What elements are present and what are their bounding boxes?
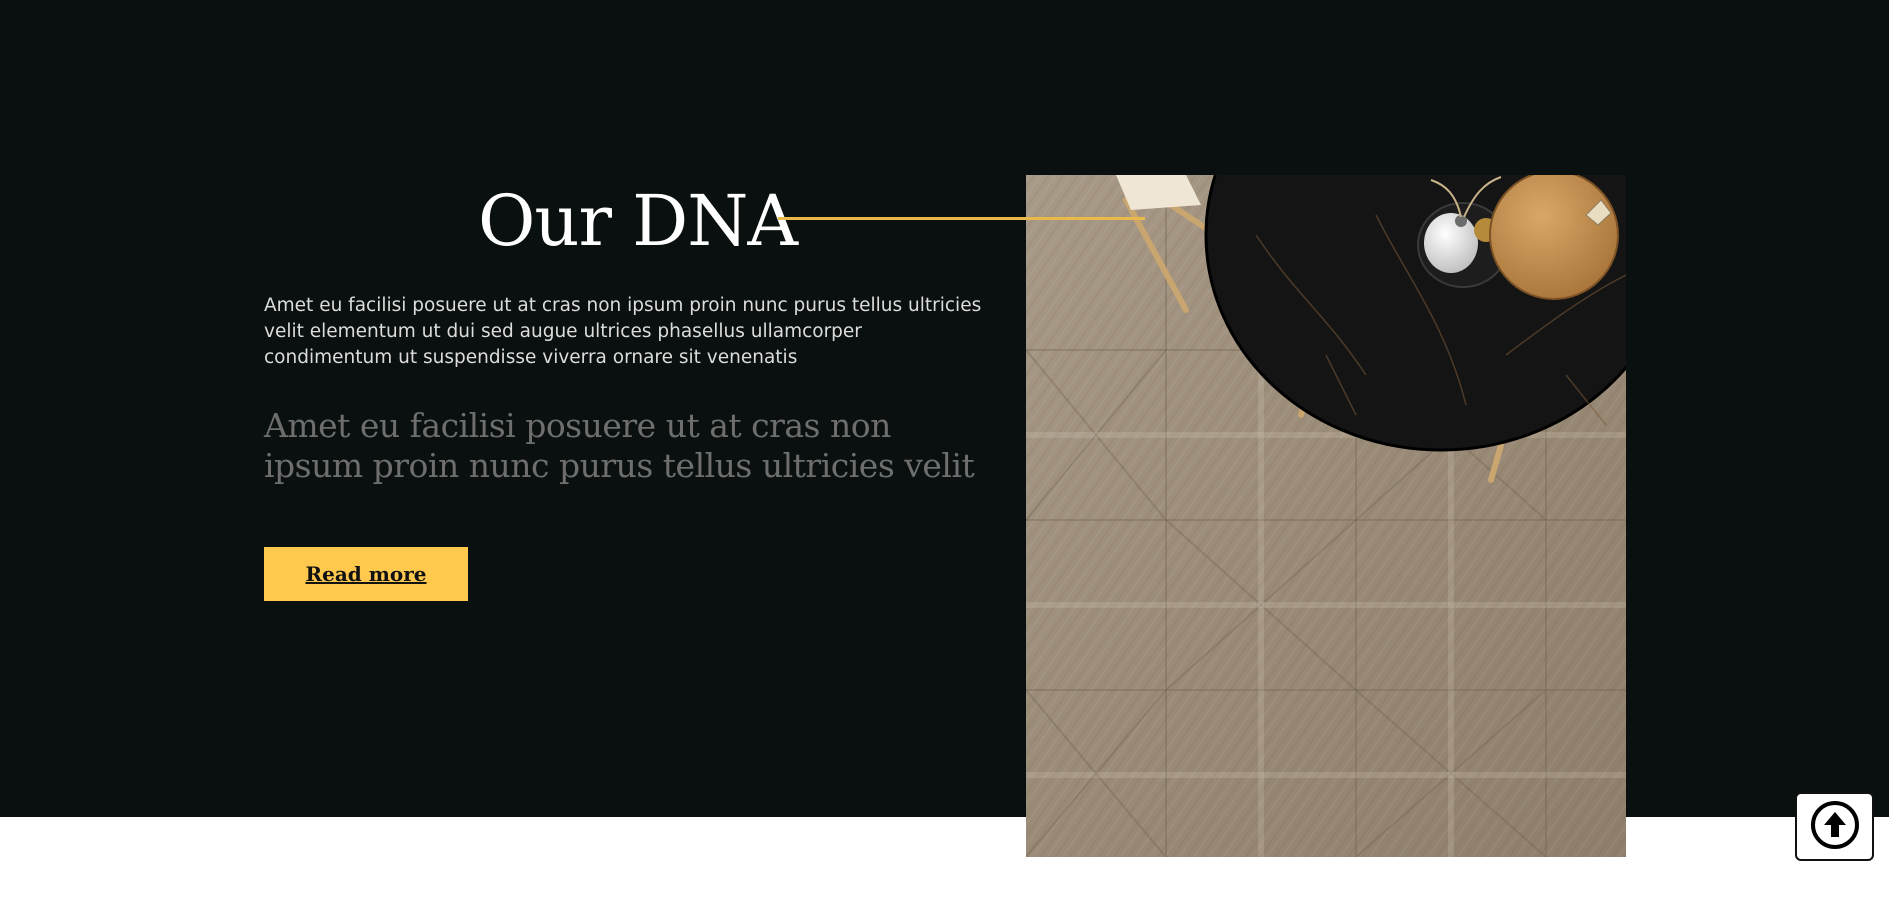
- section-quote: Amet eu facilisi posuere ut at cras non …: [264, 406, 975, 485]
- title-accent-line: [778, 217, 1145, 220]
- read-more-button[interactable]: Read more: [264, 547, 468, 601]
- section-body-text: Amet eu facilisi posuere ut at cras non …: [264, 295, 982, 368]
- section-title: Our DNA: [478, 180, 798, 262]
- arrow-up-circle-icon: [1810, 800, 1860, 854]
- scroll-to-top-button[interactable]: [1795, 792, 1874, 861]
- floor-table-photo: [1026, 175, 1626, 857]
